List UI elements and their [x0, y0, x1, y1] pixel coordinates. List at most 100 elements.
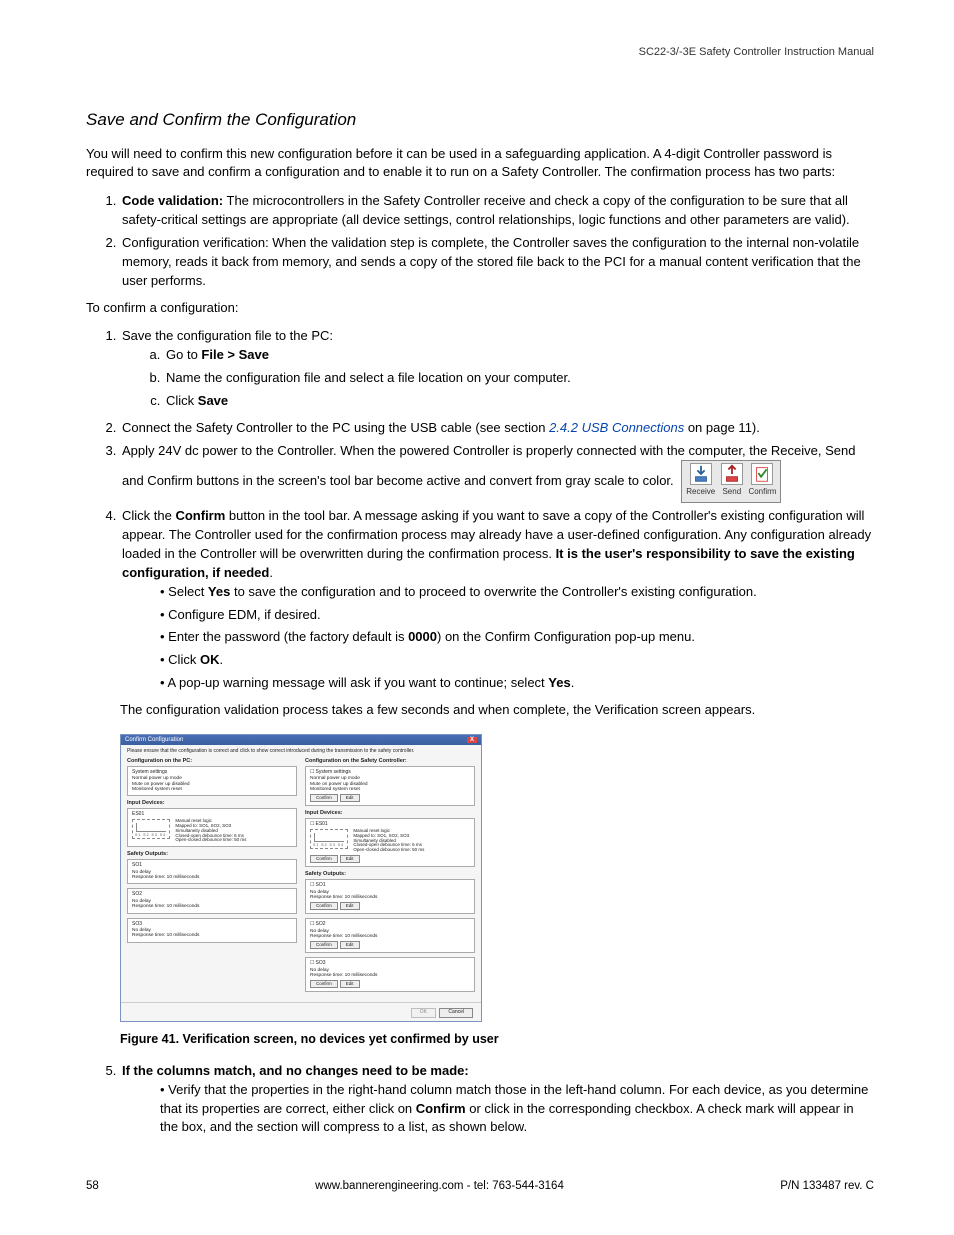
checkbox-icon[interactable]: ☐: [310, 882, 314, 888]
r-thumb-lbl: S1 S2 S3 S4: [313, 844, 344, 848]
checkbox-icon[interactable]: ☐: [310, 769, 314, 775]
receive-icon: [690, 463, 712, 485]
s1c-bold: Save: [198, 393, 228, 408]
steps-list-cont: If the columns match, and no changes nee…: [86, 1062, 874, 1137]
left-input-head: Input Devices:: [127, 800, 297, 806]
dialog-body: Please ensure that the configuration is …: [121, 745, 481, 1002]
s4-b3: Enter the password (the factory default …: [158, 628, 874, 647]
r-so3-l2: Response time: 10 milliseconds: [310, 973, 470, 978]
s4b5-pre: A pop-up warning message will ask if you…: [167, 675, 548, 690]
s4b5-post: .: [571, 675, 575, 690]
s4b4-post: .: [219, 652, 223, 667]
checkbox-icon[interactable]: ☐: [310, 960, 314, 966]
left-so2: SO2 No delay Response time: 10 milliseco…: [127, 888, 297, 913]
s4b4-bold: OK: [200, 652, 220, 667]
right-system-block: ☐System settings Normal power up mode Mu…: [305, 766, 475, 806]
left-sys-title: System settings: [132, 770, 292, 776]
step-5-b1: Verify that the properties in the right-…: [158, 1081, 874, 1138]
send-label: Send: [722, 487, 741, 496]
r-in5: Open-closed debounce time: 50 ms: [353, 848, 424, 853]
cancel-button[interactable]: Cancel: [439, 1008, 473, 1018]
part-2: Configuration verification: When the val…: [120, 234, 874, 291]
confirm-btn[interactable]: Confirm: [310, 855, 338, 863]
dialog-footer: OK Cancel: [121, 1002, 481, 1021]
parts-list: Code validation: The microcontrollers in…: [86, 192, 874, 290]
s4-b5: A pop-up warning message will ask if you…: [158, 674, 874, 693]
edit-btn[interactable]: Edit: [340, 794, 360, 802]
s4b1-bold: Yes: [208, 584, 230, 599]
left-input-thumb: S1 S2 S3 S4: [132, 819, 170, 839]
s1a-pre: Go to: [166, 347, 201, 362]
section-title: Save and Confirm the Configuration: [86, 108, 874, 133]
edit-btn[interactable]: Edit: [340, 855, 360, 863]
s5b1-bold: Confirm: [416, 1101, 466, 1116]
checkbox-icon[interactable]: ☐: [310, 821, 314, 827]
confirm-icon: [751, 463, 773, 485]
confirm-btn[interactable]: Confirm: [310, 794, 338, 802]
step-5: If the columns match, and no changes nee…: [120, 1062, 874, 1137]
verification-dialog: Confirm Configuration X Please ensure th…: [120, 734, 482, 1022]
confirm-btn[interactable]: Confirm: [310, 902, 338, 910]
edit-btn[interactable]: Edit: [340, 980, 360, 988]
steps-list: Save the configuration file to the PC: G…: [86, 327, 874, 693]
dialog-titlebar: Confirm Configuration X: [121, 735, 481, 746]
left-so1: SO1 No delay Response time: 10 milliseco…: [127, 859, 297, 884]
s1c-pre: Click: [166, 393, 198, 408]
right-output-head: Safety Outputs:: [305, 871, 475, 877]
left-output-head: Safety Outputs:: [127, 851, 297, 857]
left-so3: SO3 No delay Response time: 10 milliseco…: [127, 918, 297, 943]
s2-post: on page 11).: [684, 420, 760, 435]
r-so1-name: SO1: [315, 882, 325, 888]
step-1a: Go to File > Save: [164, 346, 874, 365]
right-so1: ☐SO1 No delay Response time: 10 millisec…: [305, 879, 475, 914]
intro-paragraph: You will need to confirm this new config…: [86, 145, 874, 183]
dialog-title-text: Confirm Configuration: [125, 737, 183, 744]
confirm-btn[interactable]: Confirm: [310, 941, 338, 949]
s4b1-post: to save the configuration and to proceed…: [230, 584, 756, 599]
step-1-substeps: Go to File > Save Name the configuration…: [122, 346, 874, 411]
step-5-lead: If the columns match, and no changes nee…: [122, 1063, 469, 1078]
dialog-instruction: Please ensure that the configuration is …: [127, 749, 475, 755]
checkbox-icon[interactable]: ☐: [310, 921, 314, 927]
s4-bold1: Confirm: [175, 508, 225, 523]
left-input-name: ES01: [132, 812, 292, 818]
step-4: Click the Confirm button in the tool bar…: [120, 507, 874, 693]
confirm-btn[interactable]: Confirm: [310, 980, 338, 988]
l-in5: Open-closed debounce time: 50 ms: [175, 838, 246, 843]
s4b3-pre: Enter the password (the factory default …: [168, 629, 408, 644]
r-so1-l2: Response time: 10 milliseconds: [310, 895, 470, 900]
r-so3-name: SO3: [315, 960, 325, 966]
s4b3-post: ) on the Confirm Configuration pop-up me…: [437, 629, 695, 644]
r-so2-l2: Response time: 10 milliseconds: [310, 934, 470, 939]
edit-btn[interactable]: Edit: [340, 902, 360, 910]
s4b3-bold: 0000: [408, 629, 437, 644]
right-input-thumb: S1 S2 S3 S4: [310, 829, 348, 849]
receive-label: Receive: [686, 487, 715, 496]
step-1c: Click Save: [164, 392, 874, 411]
receive-button: Receive: [686, 463, 715, 498]
post-steps-text: The configuration validation process tak…: [120, 701, 874, 720]
l-so2-name: SO2: [132, 892, 292, 898]
dialog-right-col: Configuration on the Safety Controller: …: [305, 758, 475, 996]
step-1-text: Save the configuration file to the PC:: [122, 328, 333, 343]
confirm-label: Confirm: [748, 487, 776, 496]
confirm-subhead: To confirm a configuration:: [86, 299, 874, 318]
left-sys-l3: Monitored system reset: [132, 787, 292, 792]
step-5-bullets: Verify that the properties in the right-…: [122, 1081, 874, 1138]
page-footer: 58 www.bannerengineering.com - tel: 763-…: [86, 1178, 874, 1195]
right-col-head: Configuration on the Safety Controller:: [305, 758, 475, 764]
edit-btn[interactable]: Edit: [340, 941, 360, 949]
ok-button[interactable]: OK: [411, 1008, 436, 1018]
r-so2-name: SO2: [315, 921, 325, 927]
doc-header: SC22-3/-3E Safety Controller Instruction…: [639, 45, 874, 61]
close-icon[interactable]: X: [467, 737, 477, 744]
page-number: 58: [86, 1178, 99, 1195]
usb-link[interactable]: 2.4.2 USB Connections: [549, 420, 684, 435]
toolbar-image: Receive Send Confirm: [681, 460, 781, 503]
step-3: Apply 24V dc power to the Controller. Wh…: [120, 442, 874, 504]
part-1-lead: Code validation:: [122, 193, 223, 208]
s4b4-pre: Click: [168, 652, 200, 667]
right-input-head: Input Devices:: [305, 810, 475, 816]
r-sys-l3: Monitored system reset: [310, 787, 470, 792]
s4-end: .: [269, 565, 273, 580]
